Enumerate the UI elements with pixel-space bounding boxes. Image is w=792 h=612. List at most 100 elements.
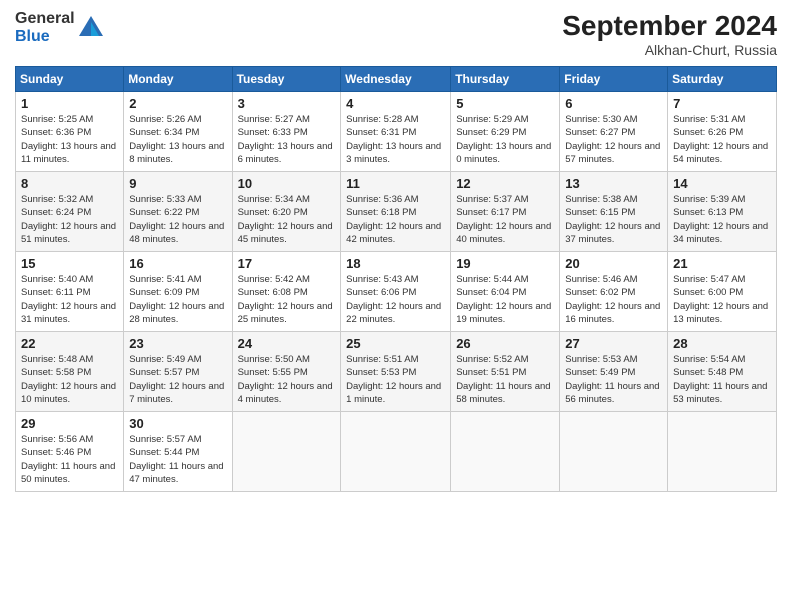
day-number: 19 xyxy=(456,256,554,271)
sunset-text: Sunset: 6:17 PM xyxy=(456,207,526,218)
sunrise-text: Sunrise: 5:54 AM xyxy=(673,354,745,365)
day-info: Sunrise: 5:41 AMSunset: 6:09 PMDaylight:… xyxy=(129,273,226,326)
sunset-text: Sunset: 6:22 PM xyxy=(129,207,199,218)
table-row xyxy=(341,412,451,492)
daylight-text: Daylight: 12 hours and 10 minutes. xyxy=(21,381,116,405)
table-row: 9Sunrise: 5:33 AMSunset: 6:22 PMDaylight… xyxy=(124,172,232,252)
table-row: 13Sunrise: 5:38 AMSunset: 6:15 PMDayligh… xyxy=(560,172,668,252)
sunset-text: Sunset: 6:34 PM xyxy=(129,127,199,138)
sunset-text: Sunset: 6:20 PM xyxy=(238,207,308,218)
daylight-text: Daylight: 12 hours and 4 minutes. xyxy=(238,381,333,405)
sunset-text: Sunset: 5:57 PM xyxy=(129,367,199,378)
table-row: 11Sunrise: 5:36 AMSunset: 6:18 PMDayligh… xyxy=(341,172,451,252)
sunset-text: Sunset: 5:49 PM xyxy=(565,367,635,378)
day-info: Sunrise: 5:28 AMSunset: 6:31 PMDaylight:… xyxy=(346,113,445,166)
day-number: 16 xyxy=(129,256,226,271)
table-row: 17Sunrise: 5:42 AMSunset: 6:08 PMDayligh… xyxy=(232,252,341,332)
weekday-header-row: Sunday Monday Tuesday Wednesday Thursday… xyxy=(16,67,777,92)
daylight-text: Daylight: 12 hours and 37 minutes. xyxy=(565,221,660,245)
table-row: 14 Sunrise: 5:39 AMSunset: 6:13 PMDayligh… xyxy=(668,172,777,252)
sunset-text: Sunset: 6:33 PM xyxy=(238,127,308,138)
day-info: Sunrise: 5:47 AM Sunset: 6:00 PM Daylight:… xyxy=(673,273,771,326)
logo: General Blue xyxy=(15,10,105,46)
day-number: 5 xyxy=(456,96,554,111)
table-row: 4 Sunrise: 5:28 AMSunset: 6:31 PMDaylight… xyxy=(341,92,451,172)
sunset-text: Sunset: 5:44 PM xyxy=(129,447,199,458)
sunset-text: Sunset: 5:48 PM xyxy=(673,367,743,378)
daylight-text: Daylight: 12 hours and 54 minutes. xyxy=(673,141,768,165)
day-info: Sunrise: 5:50 AMSunset: 5:55 PMDaylight:… xyxy=(238,353,336,406)
day-number: 14 xyxy=(673,176,771,191)
day-info: Sunrise: 5:32 AM Sunset: 6:24 PM Daylight:… xyxy=(21,193,118,246)
table-row: 27 Sunrise: 5:53 AMSunset: 5:49 PMDayligh… xyxy=(560,332,668,412)
daylight-text: Daylight: 13 hours and 11 minutes. xyxy=(21,141,116,165)
sunset-text: Sunset: 6:13 PM xyxy=(673,207,743,218)
sunset-text: Sunset: 6:04 PM xyxy=(456,287,526,298)
day-number: 28 xyxy=(673,336,771,351)
day-info: Sunrise: 5:48 AMSunset: 5:58 PMDaylight:… xyxy=(21,353,118,406)
sunset-text: Sunset: 6:29 PM xyxy=(456,127,526,138)
daylight-text: Daylight: 12 hours and 31 minutes. xyxy=(21,301,116,325)
table-row xyxy=(451,412,560,492)
header-saturday: Saturday xyxy=(668,67,777,92)
day-info: Sunrise: 5:34 AMSunset: 6:20 PMDaylight:… xyxy=(238,193,336,246)
day-number: 23 xyxy=(129,336,226,351)
daylight-text: Daylight: 13 hours and 8 minutes. xyxy=(129,141,224,165)
day-number: 29 xyxy=(21,416,118,431)
header-wednesday: Wednesday xyxy=(341,67,451,92)
header-sunday: Sunday xyxy=(16,67,124,92)
table-row: 30Sunrise: 5:57 AMSunset: 5:44 PMDayligh… xyxy=(124,412,232,492)
day-number: 1 xyxy=(21,96,118,111)
table-row: 16 Sunrise: 5:41 AMSunset: 6:09 PMDayligh… xyxy=(124,252,232,332)
sunset-text: Sunset: 6:00 PM xyxy=(673,287,743,298)
table-row: 18 Sunrise: 5:43 AMSunset: 6:06 PMDayligh… xyxy=(341,252,451,332)
day-info: Sunrise: 5:43 AMSunset: 6:06 PMDaylight:… xyxy=(346,273,445,326)
day-number: 9 xyxy=(129,176,226,191)
day-info: Sunrise: 5:39 AMSunset: 6:13 PMDaylight:… xyxy=(673,193,771,246)
table-row: 7Sunrise: 5:31 AMSunset: 6:26 PMDaylight… xyxy=(668,92,777,172)
daylight-text: Daylight: 11 hours and 47 minutes. xyxy=(129,461,223,485)
day-number: 18 xyxy=(346,256,445,271)
table-row xyxy=(232,412,341,492)
day-number: 4 xyxy=(346,96,445,111)
day-number: 21 xyxy=(673,256,771,271)
sunset-text: Sunset: 6:08 PM xyxy=(238,287,308,298)
sunset-text: Sunset: 6:26 PM xyxy=(673,127,743,138)
calendar-week-row: 8 Sunrise: 5:32 AM Sunset: 6:24 PM Daylight… xyxy=(16,172,777,252)
sunrise-text: Sunrise: 5:25 AM xyxy=(21,114,93,125)
sunrise-text: Sunrise: 5:29 AM xyxy=(456,114,528,125)
header-thursday: Thursday xyxy=(451,67,560,92)
sunrise-text: Sunrise: 5:46 AM xyxy=(565,274,637,285)
logo-blue-text: Blue xyxy=(15,28,75,46)
sunset-text: Sunset: 6:24 PM xyxy=(21,207,91,218)
header-monday: Monday xyxy=(124,67,232,92)
calendar-week-row: 15Sunrise: 5:40 AMSunset: 6:11 PMDayligh… xyxy=(16,252,777,332)
sunset-text: Sunset: 6:11 PM xyxy=(21,287,91,298)
table-row: 6Sunrise: 5:30 AMSunset: 6:27 PMDaylight… xyxy=(560,92,668,172)
day-info: Sunrise: 5:25 AM Sunset: 6:36 PM Daylight:… xyxy=(21,113,118,166)
table-row: 21 Sunrise: 5:47 AM Sunset: 6:00 PM Dayligh… xyxy=(668,252,777,332)
logo-icon xyxy=(77,14,105,42)
day-number: 8 xyxy=(21,176,118,191)
sunrise-text: Sunrise: 5:51 AM xyxy=(346,354,418,365)
sunrise-text: Sunrise: 5:44 AM xyxy=(456,274,528,285)
day-info: Sunrise: 5:53 AMSunset: 5:49 PMDaylight:… xyxy=(565,353,662,406)
sunset-text: Sunset: 6:09 PM xyxy=(129,287,199,298)
daylight-text: Daylight: 12 hours and 13 minutes. xyxy=(673,301,768,325)
daylight-text: Daylight: 12 hours and 16 minutes. xyxy=(565,301,660,325)
day-info: Sunrise: 5:51 AMSunset: 5:53 PMDaylight:… xyxy=(346,353,445,406)
sunrise-text: Sunrise: 5:32 AM xyxy=(21,194,93,205)
table-row: 19Sunrise: 5:44 AMSunset: 6:04 PMDayligh… xyxy=(451,252,560,332)
table-row: 3Sunrise: 5:27 AMSunset: 6:33 PMDaylight… xyxy=(232,92,341,172)
sunrise-text: Sunrise: 5:40 AM xyxy=(21,274,93,285)
sunrise-text: Sunrise: 5:47 AM xyxy=(673,274,745,285)
day-info: Sunrise: 5:54 AMSunset: 5:48 PMDaylight:… xyxy=(673,353,771,406)
daylight-text: Daylight: 12 hours and 51 minutes. xyxy=(21,221,116,245)
day-number: 27 xyxy=(565,336,662,351)
calendar-week-row: 22Sunrise: 5:48 AMSunset: 5:58 PMDayligh… xyxy=(16,332,777,412)
title-block: September 2024 Alkhan-Churt, Russia xyxy=(562,10,777,58)
sunrise-text: Sunrise: 5:36 AM xyxy=(346,194,418,205)
sunrise-text: Sunrise: 5:37 AM xyxy=(456,194,528,205)
sunset-text: Sunset: 6:36 PM xyxy=(21,127,91,138)
table-row: 23Sunrise: 5:49 AMSunset: 5:57 PMDayligh… xyxy=(124,332,232,412)
